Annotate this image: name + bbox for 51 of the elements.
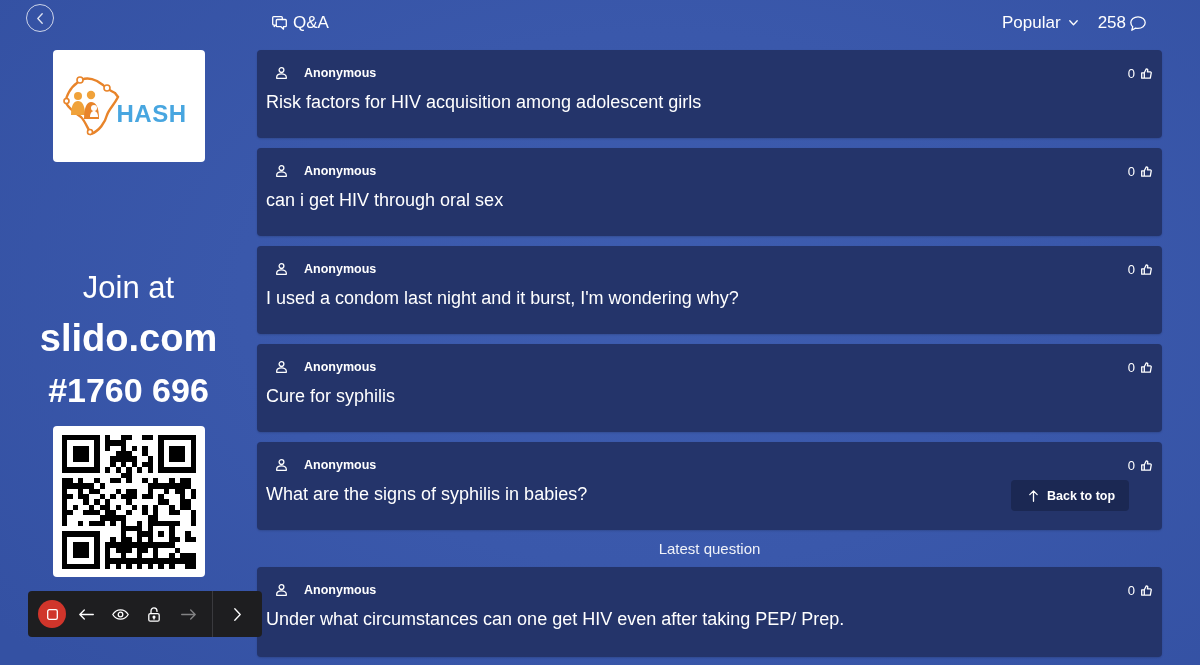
logo-text: HASH [116,100,187,128]
vote-count: 0 [1127,359,1135,375]
vote-count: 0 [1127,582,1135,598]
vote-count: 0 [1127,163,1135,179]
stop-button[interactable] [38,600,66,628]
join-prompt: Join at [82,270,175,306]
question-text: Under what circumstances can one get HIV even after taking PEP/ Prep. [266,608,845,630]
chevron-right-icon [233,607,241,621]
qa-title: Q&A [293,13,329,33]
person-icon [276,361,287,373]
arrow-up-icon [1029,489,1038,502]
unlocked-padlock-icon [148,606,160,622]
person-icon [276,263,287,275]
chevron-down-icon [1068,20,1078,26]
question-text: Cure for syphilis [266,385,396,407]
vote-count: 0 [1127,65,1135,81]
back-to-top-button[interactable]: Back to top [1011,480,1129,511]
comment-icon [1130,15,1146,31]
chat-bubbles-icon [272,16,287,30]
latest-question-label: Latest question [658,540,761,557]
author-name: Anonymous [304,164,377,178]
author-name: Anonymous [304,583,377,597]
author-name: Anonymous [304,458,377,472]
chevron-left-icon [36,12,43,24]
person-icon [276,459,287,471]
sort-dropdown[interactable]: Popular [1002,13,1078,33]
person-icon [276,584,287,596]
eye-icon [111,608,129,620]
thumbs-up-icon [1141,459,1152,471]
question-text: I used a condom last night and it burst, I'm wondering why? [266,287,739,309]
vote-count: 0 [1127,457,1135,473]
thumbs-up-icon [1141,67,1152,79]
question-count: 258 [1097,13,1126,33]
person-icon [276,165,287,177]
person-icon [276,67,287,79]
event-code: #1760 696 [48,370,209,410]
thumbs-up-icon [1141,361,1152,373]
author-name: Anonymous [304,360,377,374]
question-text: Risk factors for HIV acquisition among adolescent girls [266,91,702,113]
thumbs-up-icon [1141,584,1152,596]
author-name: Anonymous [304,262,377,276]
vote-count: 0 [1127,261,1135,277]
question-text: What are the signs of syphilis in babies? [266,483,588,505]
join-site: slido.com [39,316,218,360]
author-name: Anonymous [304,66,377,80]
thumbs-up-icon [1141,165,1152,177]
arrow-right-icon [180,608,196,620]
question-text: can i get HIV through oral sex [266,189,504,211]
thumbs-up-icon [1141,263,1152,275]
arrow-left-icon [78,608,94,620]
stop-icon [46,608,58,620]
